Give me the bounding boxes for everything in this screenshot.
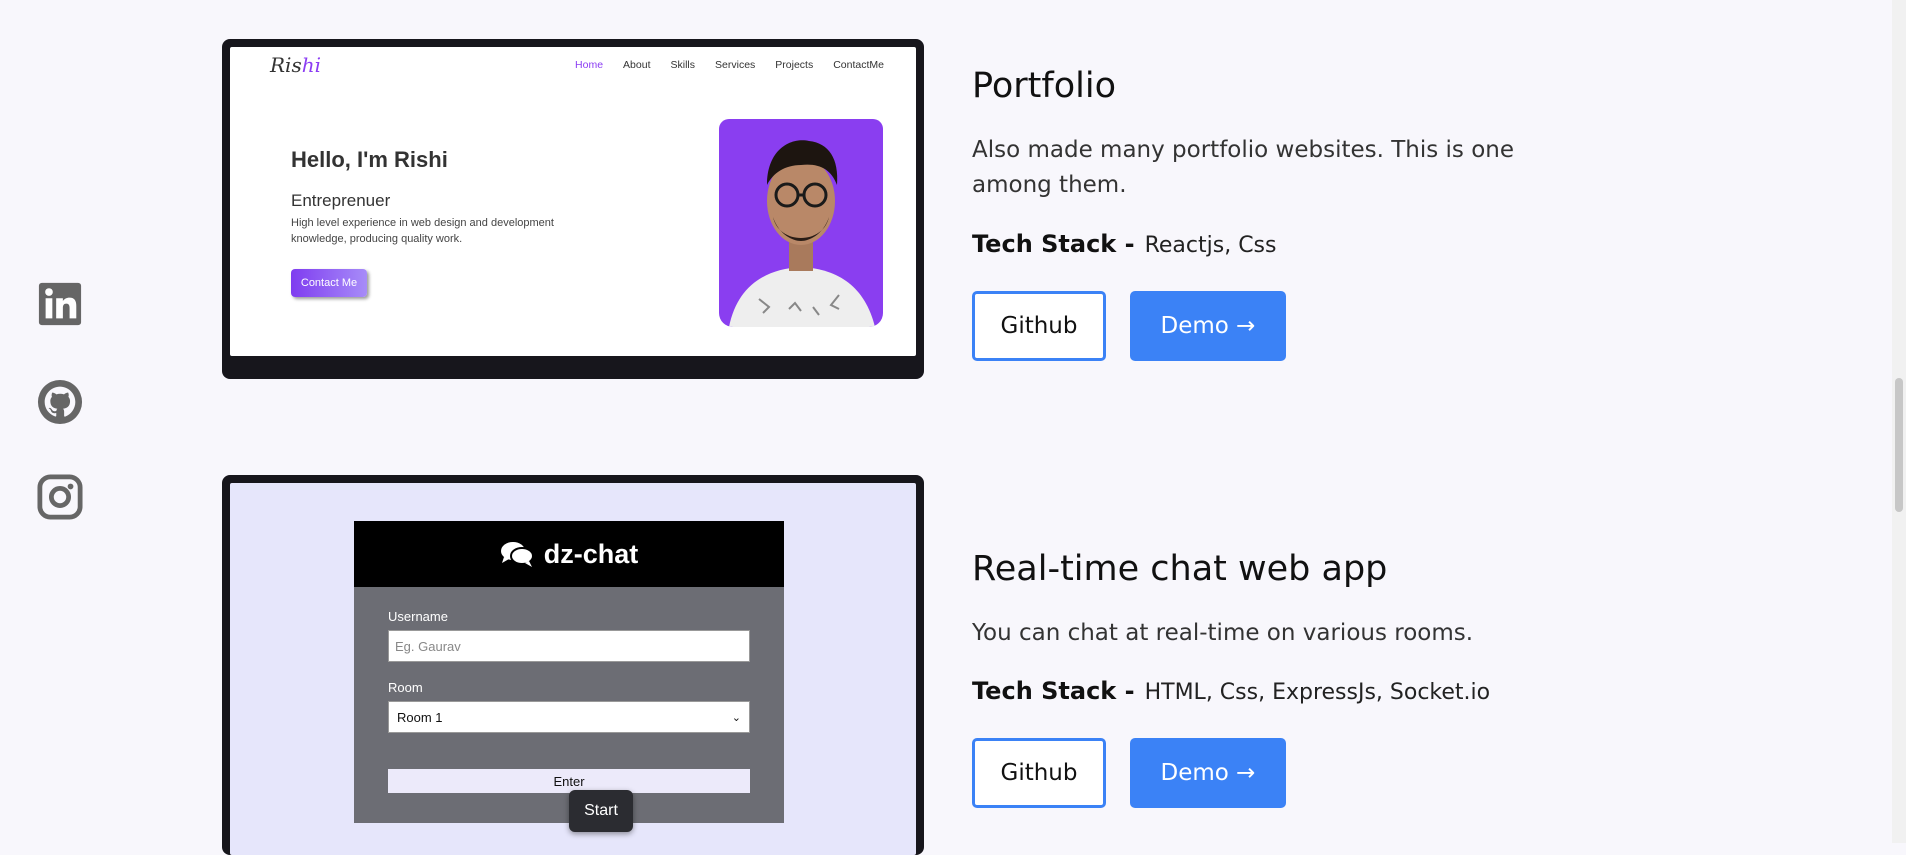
- demo-button[interactable]: Demo →: [1130, 291, 1286, 361]
- tech-stack-value: HTML, Css, ExpressJs, Socket.io: [1144, 680, 1491, 705]
- start-tooltip: Start: [569, 790, 633, 832]
- instagram-link[interactable]: [36, 473, 84, 521]
- scrollbar-thumb[interactable]: [1895, 378, 1903, 512]
- preview-nav-about: About: [623, 59, 651, 71]
- preview-profile-photo: [719, 119, 883, 327]
- tech-stack: Tech Stack - Reactjs, Css: [972, 230, 1276, 258]
- chat-card: dz-chat Username Eg. Gaurav Room Room 1 …: [354, 521, 784, 823]
- preview-description: High level experience in web design and …: [291, 217, 554, 245]
- linkedin-link[interactable]: [36, 280, 84, 328]
- project-title: Portfolio: [972, 66, 1116, 106]
- preview-contact-button: Contact Me: [291, 269, 367, 297]
- linkedin-icon: [38, 282, 82, 326]
- room-label: Room: [388, 680, 423, 695]
- preview-logo: Rishi: [270, 53, 321, 77]
- tech-stack-label: Tech Stack -: [972, 230, 1135, 258]
- preview-nav: Home About Skills Services Projects Cont…: [575, 59, 884, 71]
- username-input: Eg. Gaurav: [388, 630, 750, 662]
- preview-nav-home: Home: [575, 59, 604, 71]
- chat-form: Username Eg. Gaurav Room Room 1 ⌄ Enter: [354, 587, 784, 823]
- project-title: Real-time chat web app: [972, 549, 1388, 589]
- room-select-value: Room 1: [397, 709, 443, 725]
- tech-stack-value: Reactjs, Css: [1144, 233, 1277, 258]
- preview-role: Entreprenuer: [291, 191, 391, 210]
- instagram-icon: [37, 474, 83, 520]
- enter-button: Enter: [388, 769, 750, 793]
- page-scrollbar[interactable]: [1892, 0, 1906, 843]
- project-description: You can chat at real-time on various roo…: [972, 620, 1474, 646]
- github-link[interactable]: [36, 378, 84, 426]
- room-select: Room 1 ⌄: [388, 701, 750, 733]
- preview-nav-contactme: ContactMe: [833, 59, 884, 71]
- github-button[interactable]: Github: [972, 291, 1106, 361]
- github-icon: [37, 379, 83, 425]
- preview-nav-skills: Skills: [670, 59, 696, 71]
- username-label: Username: [388, 609, 448, 624]
- tech-stack: Tech Stack - HTML, Css, ExpressJs, Socket…: [972, 677, 1490, 705]
- demo-button[interactable]: Demo →: [1130, 738, 1286, 808]
- project-description: Also made many portfolio websites. This …: [972, 137, 1515, 198]
- preview-nav-services: Services: [715, 59, 756, 71]
- chevron-down-icon: ⌄: [731, 711, 741, 724]
- chat-header: dz-chat: [354, 521, 784, 587]
- chat-app-title: dz-chat: [543, 538, 639, 569]
- portfolio-preview-screen: Rishi Home About Skills Services Project…: [230, 47, 916, 356]
- preview-nav-projects: Projects: [775, 59, 814, 71]
- tech-stack-label: Tech Stack -: [972, 677, 1135, 705]
- portfolio-preview-frame: Rishi Home About Skills Services Project…: [222, 39, 924, 379]
- comments-icon: [500, 542, 534, 567]
- preview-hello: Hello, I'm Rishi: [291, 147, 448, 172]
- github-button[interactable]: Github: [972, 738, 1106, 808]
